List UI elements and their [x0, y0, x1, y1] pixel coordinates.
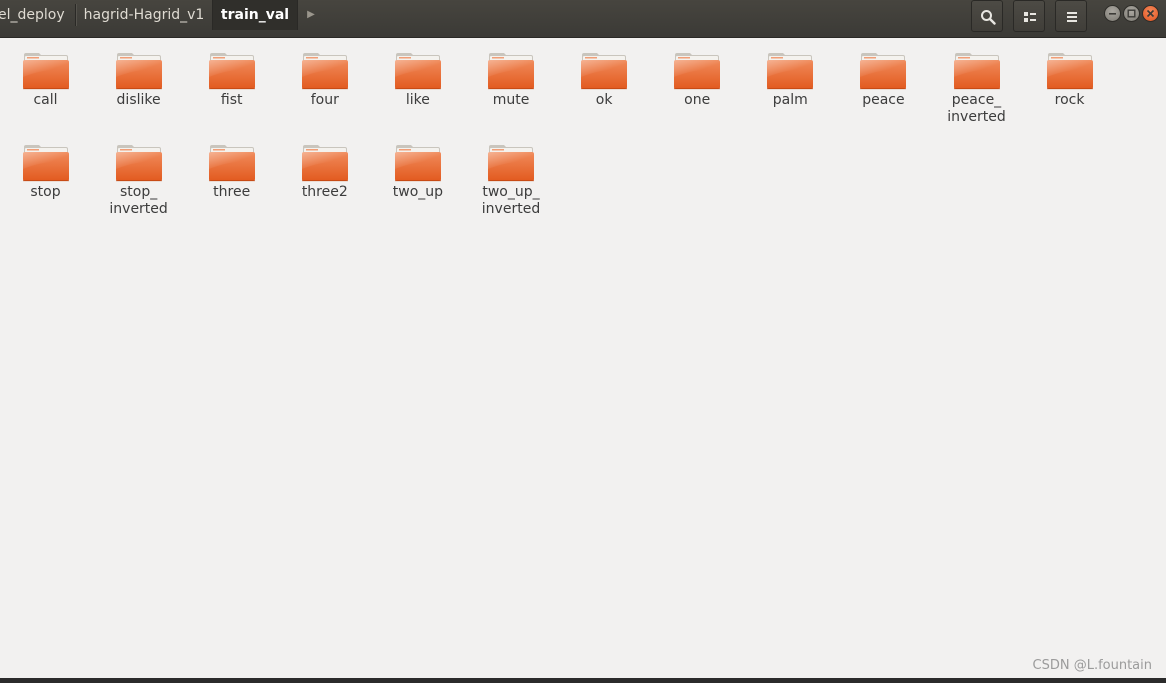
folder-icon: [115, 53, 162, 90]
view-toggle-button[interactable]: [1013, 0, 1045, 32]
folder-label: rock: [1054, 92, 1085, 108]
minimize-button[interactable]: [1104, 5, 1121, 22]
folder-icon: [22, 53, 69, 90]
hamburger-menu-icon: [1067, 12, 1077, 22]
minimize-icon: [1109, 13, 1116, 15]
folder-item[interactable]: palm: [745, 51, 835, 109]
folder-item[interactable]: four: [280, 51, 370, 109]
folder-item[interactable]: stop: [1, 143, 91, 201]
folder-item[interactable]: three2: [280, 143, 370, 201]
folder-icon: [22, 145, 69, 182]
breadcrumb-label: el_deploy: [0, 7, 65, 23]
folder-label: dislike: [116, 92, 161, 108]
folder-icon: [953, 53, 1000, 90]
breadcrumb-scroll-right-icon[interactable]: ▶: [302, 0, 320, 30]
bottom-edge: [0, 678, 1166, 683]
folder-icon: [394, 145, 441, 182]
folder-icon: [301, 53, 348, 90]
watermark-text: CSDN @L.fountain: [1032, 658, 1153, 673]
folder-label: three2: [301, 184, 348, 200]
menu-button[interactable]: [1055, 0, 1087, 32]
folder-icon: [301, 145, 348, 182]
folder-icon: [394, 53, 441, 90]
folder-item[interactable]: call: [1, 51, 91, 109]
folder-item[interactable]: two_up_ inverted: [466, 143, 556, 218]
file-manager-window: el_deploy hagrid-Hagrid_v1 train_val ▶ c…: [0, 0, 1166, 683]
breadcrumb-item-train-val[interactable]: train_val: [212, 0, 298, 30]
folder-item[interactable]: two_up: [373, 143, 463, 201]
maximize-icon: [1127, 9, 1136, 18]
folder-label: fist: [220, 92, 243, 108]
folder-item[interactable]: mute: [466, 51, 556, 109]
maximize-button[interactable]: [1123, 5, 1140, 22]
folder-item[interactable]: three: [187, 143, 277, 201]
folder-icon: [208, 53, 255, 90]
folder-label: like: [405, 92, 430, 108]
folder-item[interactable]: fist: [187, 51, 277, 109]
folder-label: two_up: [392, 184, 444, 200]
folder-item[interactable]: like: [373, 51, 463, 109]
folder-label: one: [684, 92, 711, 108]
folder-label: peace_ inverted: [947, 92, 1006, 125]
folder-label: ok: [595, 92, 613, 108]
folder-label: palm: [772, 92, 808, 108]
breadcrumb-item-el-deploy[interactable]: el_deploy: [0, 0, 75, 30]
folder-icon: [581, 53, 628, 90]
folder-item[interactable]: stop_ inverted: [94, 143, 184, 218]
search-icon: [981, 10, 996, 25]
folder-label: mute: [492, 92, 530, 108]
folder-item[interactable]: ok: [559, 51, 649, 109]
folder-label: two_up_ inverted: [481, 184, 541, 217]
folder-label: peace: [862, 92, 905, 108]
folder-item[interactable]: rock: [1025, 51, 1115, 109]
breadcrumb-label: hagrid-Hagrid_v1: [83, 7, 205, 23]
header-bar: el_deploy hagrid-Hagrid_v1 train_val ▶: [0, 0, 1166, 38]
close-icon: [1146, 9, 1155, 18]
folder-label: call: [33, 92, 58, 108]
breadcrumb-item-hagrid[interactable]: hagrid-Hagrid_v1: [76, 0, 212, 30]
folder-icon: [1046, 53, 1093, 90]
folder-icon: [115, 145, 162, 182]
folder-item[interactable]: dislike: [94, 51, 184, 109]
breadcrumb-label: train_val: [220, 7, 290, 23]
folder-icon: [767, 53, 814, 90]
folder-label: four: [310, 92, 339, 108]
file-icon-view[interactable]: call dislike fist four like mute ok one palm peac…: [0, 38, 1166, 678]
search-button[interactable]: [971, 0, 1003, 32]
folder-item[interactable]: one: [652, 51, 742, 109]
folder-item[interactable]: peace_ inverted: [932, 51, 1022, 126]
folder-label: stop_ inverted: [109, 184, 168, 217]
folder-icon: [208, 145, 255, 182]
view-list-icon: [1024, 12, 1036, 22]
folder-icon: [488, 145, 534, 182]
folder-icon: [860, 53, 907, 90]
close-button[interactable]: [1142, 5, 1159, 22]
folder-label: stop: [30, 184, 61, 200]
folder-icon: [674, 53, 721, 90]
folder-label: three: [213, 184, 251, 200]
folder-item[interactable]: peace: [838, 51, 928, 109]
folder-icon: [488, 53, 534, 90]
